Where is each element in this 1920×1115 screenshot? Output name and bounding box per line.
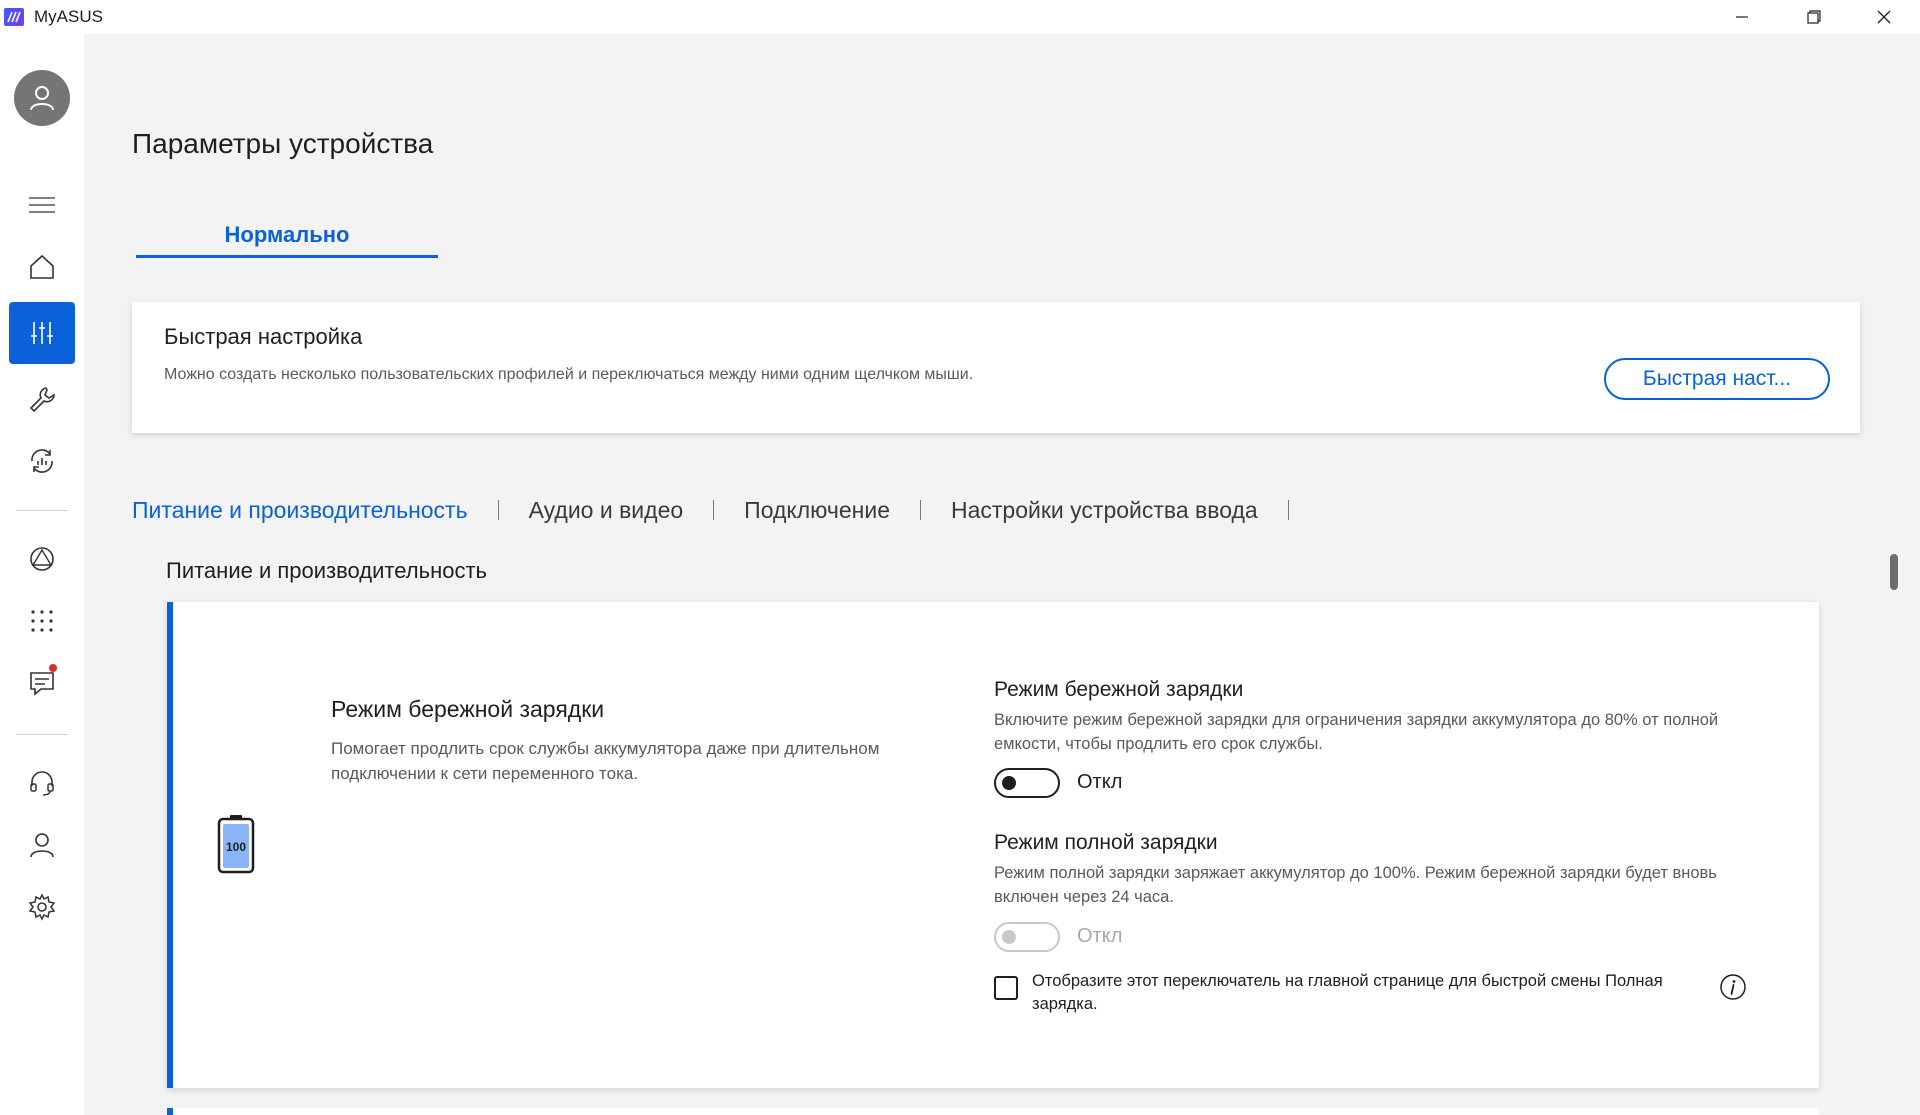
tab-divider	[713, 500, 715, 520]
title-bar: MyASUS	[0, 0, 1920, 34]
sync-icon	[31, 449, 53, 473]
sidebar-item-link[interactable]	[9, 528, 75, 590]
sidebar-item-settings[interactable]	[9, 876, 75, 938]
tab-input-devices[interactable]: Настройки устройства ввода	[951, 497, 1258, 524]
full-charge-mode-toggle[interactable]	[994, 922, 1060, 952]
sidebar-item-sync[interactable]	[9, 430, 75, 492]
tab-normal-mode[interactable]: Нормально	[136, 220, 438, 258]
wrench-icon	[29, 387, 55, 413]
tab-audio-video[interactable]: Аудио и видео	[529, 497, 684, 524]
tab-divider	[1287, 500, 1289, 520]
triangle-circle-icon	[30, 547, 54, 571]
sidebar-divider	[16, 510, 68, 511]
feature-title: Режим бережной зарядки	[331, 696, 605, 722]
sidebar-item-apps[interactable]	[9, 590, 75, 652]
minimize-button[interactable]	[1706, 0, 1778, 34]
close-button[interactable]	[1848, 0, 1920, 34]
restore-button[interactable]	[1778, 0, 1850, 34]
quick-setup-button[interactable]: Быстрая наст...	[1604, 358, 1830, 400]
category-tabs: Питание и производительность Аудио и вид…	[132, 494, 1319, 526]
quick-setup-description: Можно создать несколько пользовательских…	[164, 366, 974, 383]
quick-setup-title: Быстрая настройка	[164, 324, 363, 349]
full-charge-mode-title: Режим полной зарядки	[994, 831, 1218, 854]
restore-icon	[1807, 10, 1821, 24]
myasus-logo-icon	[4, 8, 24, 26]
battery-care-mode-title: Режим бережной зарядки	[994, 678, 1244, 701]
toggle-knob	[1002, 776, 1016, 790]
sidebar-divider	[16, 734, 68, 735]
close-icon	[1877, 10, 1891, 24]
app-title: MyASUS	[34, 7, 103, 26]
sidebar	[0, 34, 84, 1115]
minimize-icon	[1736, 16, 1748, 18]
sidebar-item-tools[interactable]	[9, 368, 75, 430]
section-heading: Питание и производительность	[166, 558, 487, 583]
sidebar-item-home[interactable]	[9, 236, 75, 298]
tab-divider	[920, 500, 921, 520]
notification-badge	[49, 664, 57, 672]
battery-care-mode-description: Включите режим бережной зарядки для огра…	[994, 711, 1719, 753]
tab-divider	[497, 500, 499, 520]
menu-icon	[29, 197, 55, 213]
battery-care-card: 100 Режим бережной зарядки Помогает прод…	[167, 602, 1819, 1088]
sidebar-item-messages[interactable]	[9, 652, 75, 714]
grid-dots-icon	[31, 610, 53, 632]
feature-description: Помогает продлить срок службы аккумулято…	[331, 739, 880, 783]
gear-icon	[28, 893, 56, 921]
quick-setup-card: Быстрая настройка Можно создать нескольк…	[132, 302, 1860, 433]
battery-care-mode-toggle[interactable]	[994, 768, 1060, 798]
user-avatar-icon	[30, 86, 54, 111]
sidebar-item-device-settings[interactable]	[9, 302, 75, 364]
message-icon	[30, 672, 54, 696]
sidebar-item-support[interactable]	[9, 752, 75, 814]
full-charge-mode-state: Откл	[1077, 925, 1123, 947]
tab-power-performance[interactable]: Питание и производительность	[132, 497, 468, 524]
full-charge-mode-description: Режим полной зарядки заряжает аккумулято…	[994, 864, 1717, 906]
next-feature-card	[167, 1108, 1819, 1115]
scrollbar[interactable]	[1888, 548, 1900, 1115]
show-on-home-checkbox[interactable]	[994, 976, 1018, 1000]
home-icon	[30, 254, 54, 279]
tab-connectivity[interactable]: Подключение	[744, 497, 890, 524]
sidebar-menu-button[interactable]	[9, 174, 75, 236]
headset-icon	[30, 771, 54, 796]
info-icon[interactable]	[1719, 973, 1747, 1001]
battery-icon: 100	[217, 815, 255, 874]
battery-level-text: 100	[226, 840, 246, 854]
page-title: Параметры устройства	[132, 128, 434, 159]
toggle-knob	[1002, 930, 1016, 944]
sidebar-item-account[interactable]	[9, 814, 75, 876]
avatar[interactable]	[14, 70, 70, 126]
user-icon	[30, 833, 54, 858]
sliders-icon	[31, 322, 53, 344]
scrollbar-thumb[interactable]	[1890, 554, 1898, 590]
show-on-home-label: Отобразите этот переключатель на главной…	[1032, 972, 1663, 1013]
battery-care-mode-state: Откл	[1077, 771, 1123, 793]
